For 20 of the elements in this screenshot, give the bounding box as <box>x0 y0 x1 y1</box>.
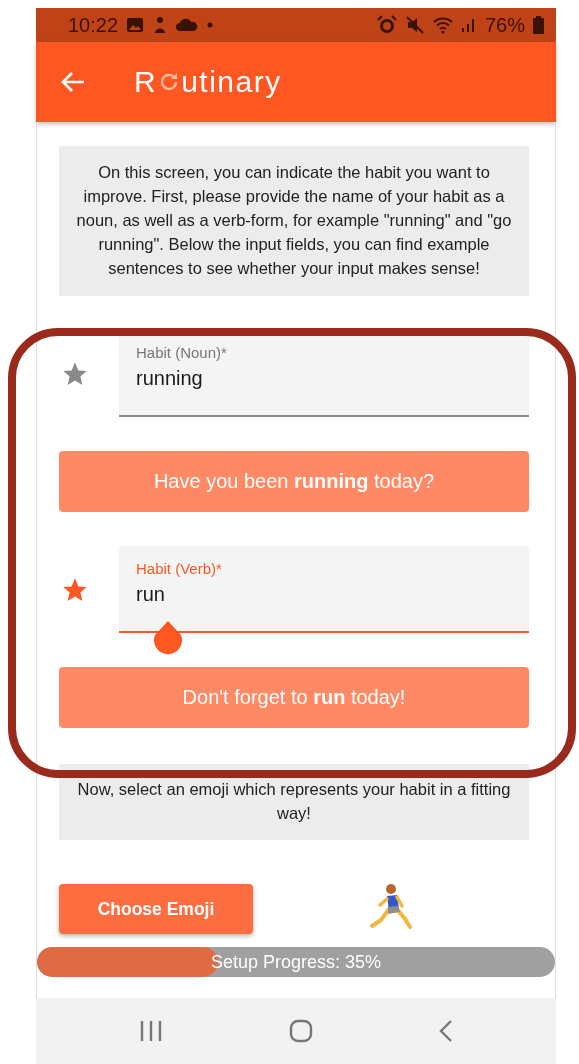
cursor-handle[interactable] <box>153 621 183 655</box>
image-icon <box>126 16 145 34</box>
alarm-icon <box>376 15 397 35</box>
dot-icon <box>206 21 215 29</box>
example-sentence: Don't forget to run today! <box>59 667 529 728</box>
app-title-start: R <box>134 65 158 99</box>
mute-icon <box>404 15 425 35</box>
wifi-icon <box>432 16 453 34</box>
cloud-icon <box>176 18 199 32</box>
app-title-end: utinary <box>181 65 282 99</box>
back-arrow-icon[interactable] <box>60 71 86 93</box>
text-field[interactable]: Habit (Verb)* run <box>119 546 529 633</box>
example-sentence: Have you been running today? <box>59 451 529 512</box>
status-time: 10:22 <box>68 13 119 37</box>
intro-text: On this screen, you can indicate the habit you want to improve. First, please provide the name of your habit as a noun, as well as a verb-form, for example "running" and "go running". Below the input fields, you can find example sentences to see whether your input makes sense! <box>59 146 529 296</box>
back-icon[interactable] <box>437 1019 454 1043</box>
battery-icon <box>533 16 544 34</box>
signal-icon <box>460 17 477 33</box>
home-icon[interactable] <box>289 1019 313 1043</box>
battery-percent: 76% <box>484 13 525 37</box>
